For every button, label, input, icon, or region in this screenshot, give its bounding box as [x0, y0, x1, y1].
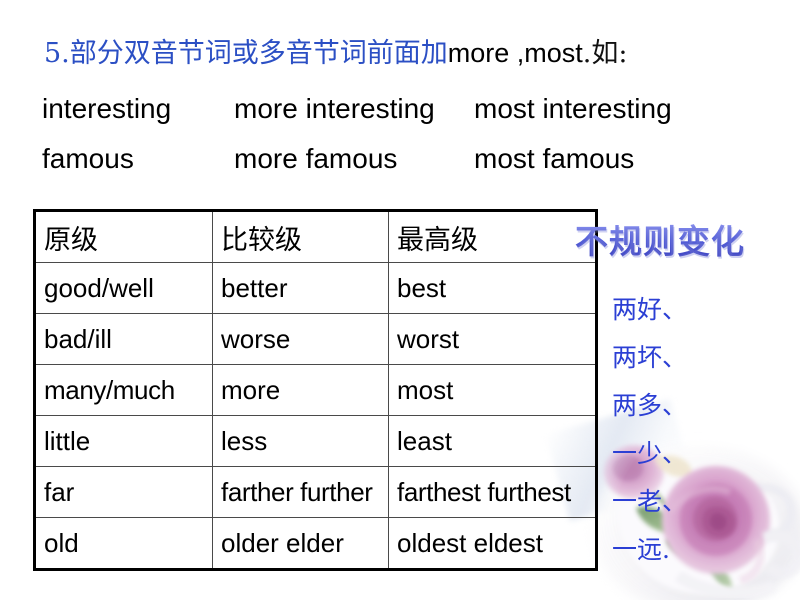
- example-positive: interesting: [42, 93, 172, 124]
- mnemonic-item: 两坏、: [612, 343, 688, 372]
- example-superlative: most interesting: [474, 93, 672, 124]
- table-row: old older elder oldest eldest: [34, 517, 597, 570]
- example-row: famous more famous most famous: [42, 142, 782, 176]
- cell-comparative: worse: [212, 313, 389, 365]
- cell-superlative: oldest eldest: [388, 517, 597, 570]
- cell-comparative: better: [212, 262, 389, 314]
- cell-comparative: farther further: [212, 466, 389, 518]
- cell-superlative: farthest furthest: [388, 466, 597, 518]
- table-header-positive: 原级: [34, 210, 213, 263]
- example-comparative: more interesting: [234, 93, 435, 124]
- table-row: far farther further farthest furthest: [34, 466, 597, 518]
- table-header-comparative: 比较级: [212, 210, 389, 263]
- mnemonic-list: 两好、 两坏、 两多、 一少、 一老、 一远.: [612, 286, 762, 574]
- mnemonic-item: 两好、: [612, 295, 688, 324]
- table-header-superlative: 最高级: [388, 210, 597, 263]
- slide-heading: 5.部分双音节词或多音节词前面加more ,most.如:: [44, 36, 627, 71]
- cell-positive: little: [34, 415, 213, 467]
- wordart-title: 不规则变化: [575, 222, 745, 261]
- cell-positive: bad/ill: [34, 313, 213, 365]
- table-row: little less least: [34, 415, 597, 467]
- cell-superlative: worst: [388, 313, 597, 365]
- slide-canvas: 5.部分双音节词或多音节词前面加more ,most.如: interestin…: [0, 0, 800, 600]
- example-superlative: most famous: [474, 143, 635, 174]
- heading-chinese-prefix: 部分双音节词或多音节词前面加: [69, 38, 448, 69]
- cell-comparative: older elder: [212, 517, 389, 570]
- table-row: good/well better best: [34, 262, 597, 314]
- heading-chinese-suffix: .如:: [582, 38, 628, 69]
- mnemonic-item: 一老、: [612, 487, 688, 516]
- cell-superlative: best: [388, 262, 597, 314]
- cell-positive: old: [34, 517, 213, 570]
- table-row: bad/ill worse worst: [34, 313, 597, 365]
- example-row: interesting more interesting most interest…: [42, 92, 782, 126]
- cell-positive: far: [34, 466, 213, 518]
- cell-positive: many/much: [34, 364, 213, 416]
- cell-positive: good/well: [34, 262, 213, 314]
- mnemonic-item: 一远.: [612, 535, 670, 564]
- example-positive: famous: [42, 143, 134, 174]
- heading-number: 5.: [44, 38, 70, 69]
- table-row: many/much more most: [34, 364, 597, 416]
- cell-comparative: less: [212, 415, 389, 467]
- table-header-row: 原级 比较级 最高级: [34, 210, 597, 263]
- example-comparative: more famous: [234, 143, 398, 174]
- mnemonic-item: 一少、: [612, 439, 688, 468]
- cell-comparative: more: [212, 364, 389, 416]
- mnemonic-item: 两多、: [612, 391, 688, 420]
- comparison-table: 原级 比较级 最高级 good/well better best bad/ill…: [33, 209, 598, 571]
- cell-superlative: least: [388, 415, 597, 467]
- cell-superlative: most: [388, 364, 597, 416]
- heading-english-terms: more ,most: [447, 38, 583, 68]
